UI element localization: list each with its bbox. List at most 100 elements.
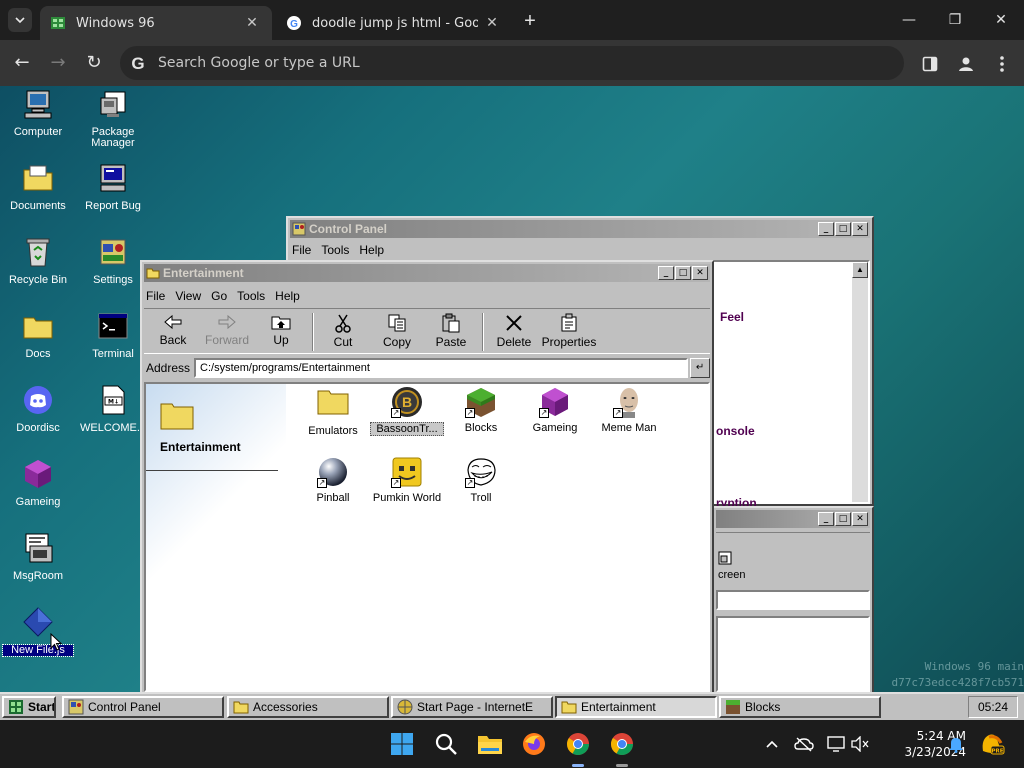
desktop-icon-report-bug[interactable]: Report Bug — [78, 162, 148, 212]
windows-start-button[interactable] — [388, 730, 416, 758]
forward-button[interactable]: Forward — [200, 309, 254, 347]
go-button[interactable]: ↵ — [690, 358, 711, 378]
copilot-button[interactable]: PRE — [978, 730, 1006, 758]
reload-button[interactable]: ↻ — [80, 50, 108, 76]
file-meme-man[interactable]: ↗ Meme Man — [592, 386, 666, 434]
desktop-icon-terminal[interactable]: Terminal — [78, 310, 148, 360]
menu-file[interactable]: File — [146, 289, 165, 303]
menu-tools[interactable]: Tools — [237, 289, 265, 303]
close-tab-icon[interactable]: ✕ — [244, 15, 260, 31]
notifications-button[interactable] — [944, 730, 968, 758]
folder-icon — [233, 701, 249, 714]
maximize-button[interactable]: □ — [835, 512, 851, 526]
file-gameing[interactable]: ↗ Gameing — [518, 386, 592, 434]
taskbar-item-label: Blocks — [745, 700, 781, 714]
taskbar-item-blocks[interactable]: Blocks — [719, 696, 881, 718]
menu-file[interactable]: File — [292, 243, 311, 257]
close-button[interactable]: ✕ — [852, 512, 868, 526]
omnibox-input[interactable] — [158, 55, 858, 71]
chrome-button-active[interactable] — [564, 730, 592, 758]
copy-button[interactable]: Copy — [370, 309, 424, 349]
minimize-button[interactable]: _ — [818, 222, 834, 236]
discord-icon — [24, 386, 52, 414]
desktop-icon-docs[interactable]: Docs — [3, 310, 73, 360]
taskbar-item-accessories[interactable]: Accessories — [227, 696, 389, 718]
forward-button[interactable]: → — [44, 50, 72, 76]
up-button[interactable]: Up — [254, 309, 308, 347]
menu-button[interactable] — [990, 52, 1014, 76]
onedrive-button[interactable] — [792, 730, 816, 758]
delete-button[interactable]: Delete — [487, 309, 541, 349]
control-panel-icon — [292, 222, 306, 236]
desktop-icon-label: Recycle Bin — [8, 274, 68, 286]
new-tab-button[interactable]: + — [518, 10, 542, 34]
control-panel-item-feel[interactable]: Feel — [720, 310, 744, 324]
desktop-icon-welcome[interactable]: M↓ WELCOME... — [78, 384, 148, 434]
close-button[interactable]: ✕ — [692, 266, 708, 280]
minimize-button[interactable]: _ — [818, 512, 834, 526]
file-blocks[interactable]: ↗ Blocks — [444, 386, 518, 434]
file-bassoontracker[interactable]: B ↗ BassoonTr... — [370, 386, 444, 436]
tab-search-button[interactable] — [8, 8, 32, 32]
taskbar-item-label: Accessories — [253, 700, 318, 714]
scroll-up-arrow-icon[interactable]: ▲ — [852, 262, 868, 278]
close-tab-icon[interactable]: ✕ — [484, 15, 500, 31]
menu-help[interactable]: Help — [275, 289, 300, 303]
desktop-icon-recycle-bin[interactable]: Recycle Bin — [3, 236, 73, 286]
restore-button[interactable]: ❐ — [932, 0, 978, 40]
minimize-button[interactable]: — — [886, 0, 932, 40]
omnibox[interactable]: G — [120, 46, 904, 80]
file-pumkin-world[interactable]: ↗ Pumkin World — [370, 456, 444, 504]
vertical-scrollbar[interactable]: ▲ — [852, 262, 868, 502]
firefox-button[interactable] — [520, 730, 548, 758]
desktop-icon-package-manager[interactable]: Package Manager — [78, 88, 148, 149]
taskbar-item-control-panel[interactable]: Control Panel — [62, 696, 224, 718]
tab-windows96[interactable]: Windows 96 ✕ — [40, 6, 272, 40]
address-field[interactable] — [716, 590, 870, 610]
side-pane-divider — [146, 470, 278, 471]
window-titlebar[interactable]: Entertainment _ □ ✕ — [144, 264, 710, 282]
volume-button[interactable] — [848, 730, 872, 758]
taskbar-item-entertainment[interactable]: Entertainment — [555, 696, 717, 718]
properties-button[interactable]: Properties — [536, 309, 602, 349]
window-titlebar[interactable]: _ □ ✕ — [716, 510, 870, 528]
desktop-icon-doordisc[interactable]: Doordisc — [3, 384, 73, 434]
desktop-icon-gameing[interactable]: Gameing — [3, 458, 73, 508]
menu-help[interactable]: Help — [359, 243, 384, 257]
start-button[interactable]: Start — [2, 696, 56, 718]
file-pinball[interactable]: ↗ Pinball — [296, 456, 370, 504]
minimize-button[interactable]: _ — [658, 266, 674, 280]
side-panel-button[interactable] — [918, 52, 942, 76]
chrome-button[interactable] — [608, 730, 636, 758]
taskbar-item-internet-explorer[interactable]: Start Page - InternetE — [391, 696, 553, 718]
menu-tools[interactable]: Tools — [321, 243, 349, 257]
back-button[interactable]: ← — [8, 50, 36, 76]
close-button[interactable]: ✕ — [852, 222, 868, 236]
tab-google-search[interactable]: G doodle jump js html - Google S ✕ — [276, 6, 512, 40]
window-titlebar[interactable]: Control Panel _ □ ✕ — [290, 220, 870, 238]
close-window-button[interactable]: ✕ — [978, 0, 1024, 40]
desktop-icon-documents[interactable]: Documents — [3, 162, 73, 212]
desktop-icon-new-file[interactable]: New File.js — [2, 606, 74, 657]
profile-button[interactable] — [954, 52, 978, 76]
desktop-icon-settings[interactable]: Settings — [78, 236, 148, 286]
maximize-button[interactable]: □ — [835, 222, 851, 236]
desktop-icon-computer[interactable]: Computer — [3, 88, 73, 138]
display-button[interactable] — [824, 730, 848, 758]
cut-button[interactable]: Cut — [316, 309, 370, 349]
paste-button[interactable]: Paste — [424, 309, 478, 349]
desktop-icon-label: MsgRoom — [12, 570, 64, 582]
show-hidden-icons-button[interactable] — [760, 730, 784, 758]
menu-view[interactable]: View — [175, 289, 201, 303]
win96-clock: 05:24 — [968, 696, 1018, 718]
control-panel-item-console[interactable]: onsole — [716, 424, 755, 438]
desktop-icon-msgroom[interactable]: MsgRoom — [3, 532, 73, 582]
windows-search-button[interactable] — [432, 730, 460, 758]
back-button[interactable]: Back — [146, 309, 200, 347]
address-input[interactable]: C:/system/programs/Entertainment — [194, 358, 689, 378]
file-troll[interactable]: ↗ Troll — [444, 456, 518, 504]
menu-go[interactable]: Go — [211, 289, 227, 303]
maximize-button[interactable]: □ — [675, 266, 691, 280]
file-emulators[interactable]: Emulators — [296, 386, 370, 437]
file-explorer-button[interactable] — [476, 730, 504, 758]
